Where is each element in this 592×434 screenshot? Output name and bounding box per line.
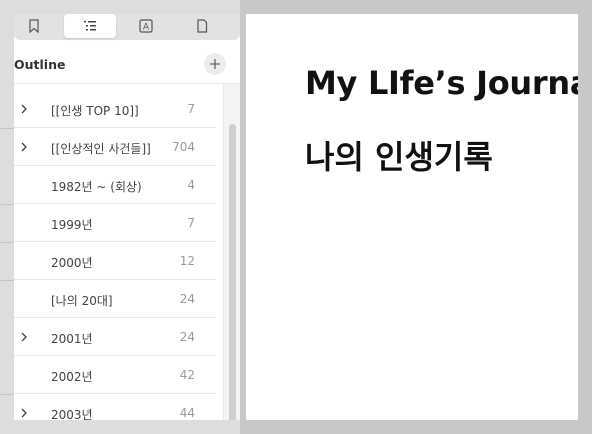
outline-item-label: [[인생 TOP 10]] [51, 104, 139, 118]
outline-list: [[인생 TOP 10]] 7 [[인상적인 사건들]] 704 1982년 ~… [14, 90, 216, 420]
outline-item-label: [[인상적인 사건들]] [51, 142, 151, 156]
ghost-divider [0, 242, 14, 243]
outline-item-label: 1982년 ~ (회상) [51, 180, 142, 194]
outline-item[interactable]: 1982년 ~ (회상) 4 [14, 166, 216, 204]
outline-item-label: 2001년 [51, 332, 93, 346]
outline-item[interactable]: 2001년 24 [14, 318, 216, 356]
outline-item[interactable]: 2002년 42 [14, 356, 216, 394]
sidebar-divider[interactable] [240, 0, 244, 434]
document-title-english: My LIfe’s Journal [305, 64, 578, 102]
outline-item-count: 44 [179, 406, 195, 420]
chevron-right-icon[interactable] [18, 331, 30, 343]
outline-scrollbar-thumb[interactable] [229, 124, 236, 420]
chevron-right-icon[interactable] [18, 407, 30, 419]
tab-bookmarks[interactable] [14, 14, 60, 38]
outline-scrollbar[interactable] [223, 84, 240, 420]
outline-item[interactable]: 1999년 7 [14, 204, 216, 242]
outline-item[interactable]: [[인상적인 사건들]] 704 [14, 128, 216, 166]
tab-text-boxes[interactable]: A [120, 14, 172, 38]
outline-item-count: 7 [187, 102, 195, 116]
sidebar-tab-bar: A [14, 14, 240, 40]
bookmark-icon [29, 19, 39, 33]
document-page[interactable]: My LIfe’s Journal 나의 인생기록 [246, 14, 578, 420]
outline-header: Outline [14, 44, 240, 84]
outline-list-icon [84, 21, 96, 31]
ghost-divider [0, 128, 14, 129]
outline-item[interactable]: 2000년 12 [14, 242, 216, 280]
plus-icon [210, 59, 220, 69]
document-title-korean: 나의 인생기록 [305, 138, 493, 176]
add-outline-button[interactable] [204, 53, 226, 75]
tab-pages[interactable] [176, 14, 228, 38]
outline-item-label: 2003년 [51, 408, 93, 420]
outline-item[interactable]: 2003년 44 [14, 394, 216, 420]
outline-item-count: 12 [179, 254, 195, 268]
page-icon [197, 19, 208, 33]
outline-item-label: 1999년 [51, 218, 93, 232]
outline-item-count: 4 [187, 178, 195, 192]
text-box-icon: A [139, 19, 153, 33]
outline-item-label: [나의 20대] [51, 294, 113, 308]
outline-item-count: 24 [179, 292, 195, 306]
outline-item-count: 704 [172, 140, 195, 154]
chevron-right-icon[interactable] [18, 141, 30, 153]
outline-item-count: 7 [187, 216, 195, 230]
chevron-right-icon[interactable] [18, 103, 30, 115]
outline-item-label: 2000년 [51, 256, 93, 270]
outline-item-label: 2002년 [51, 370, 93, 384]
svg-text:A: A [143, 23, 150, 33]
tab-outline[interactable] [64, 14, 116, 38]
outline-item-count: 42 [179, 368, 195, 382]
ghost-divider [0, 204, 14, 205]
right-background [578, 0, 592, 434]
outline-item[interactable]: [[인생 TOP 10]] 7 [14, 90, 216, 128]
outline-item-count: 24 [179, 330, 195, 344]
outline-sidebar: A Outline [[인생 TOP 10]] 7 [[인상적인 사건들]] 7… [14, 14, 240, 420]
ghost-divider [0, 280, 14, 281]
outline-title: Outline [14, 57, 66, 72]
outline-item[interactable]: [나의 20대] 24 [14, 280, 216, 318]
ghost-divider [0, 394, 14, 395]
